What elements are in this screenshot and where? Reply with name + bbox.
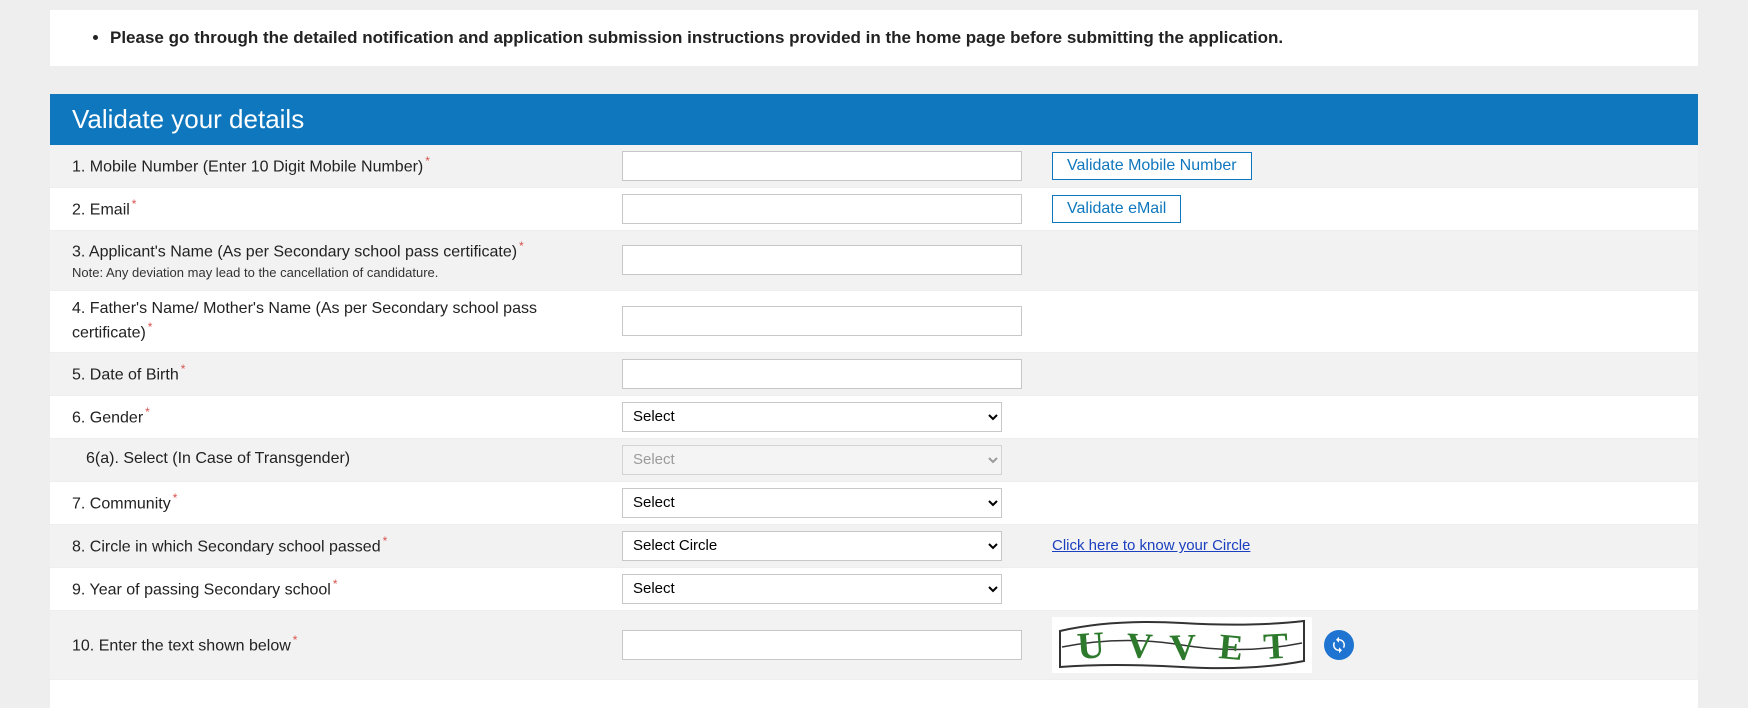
row-name: 3. Applicant's Name (As per Secondary sc…: [50, 231, 1698, 291]
svg-text:V: V: [1169, 627, 1197, 669]
svg-text:T: T: [1262, 625, 1289, 667]
svg-text:E: E: [1217, 626, 1244, 668]
captcha-image: U V V E T: [1052, 617, 1312, 673]
validate-email-button[interactable]: Validate eMail: [1052, 195, 1181, 223]
label-mobile: 1. Mobile Number (Enter 10 Digit Mobile …: [50, 145, 610, 187]
circle-select[interactable]: Select Circle: [622, 531, 1002, 561]
row-email: 2. Email* Validate eMail: [50, 188, 1698, 231]
label-community: 7. Community*: [50, 482, 610, 524]
name-input[interactable]: [622, 245, 1022, 275]
label-year: 9. Year of passing Secondary school*: [50, 568, 610, 610]
community-select[interactable]: Select: [622, 488, 1002, 518]
label-gender-sub: 6(a). Select (In Case of Transgender): [50, 439, 610, 481]
label-dob: 5. Date of Birth*: [50, 353, 610, 395]
spacer: [50, 680, 1698, 708]
row-dob: 5. Date of Birth*: [50, 353, 1698, 396]
row-gender: 6. Gender* Select: [50, 396, 1698, 439]
row-parent: 4. Father's Name/ Mother's Name (As per …: [50, 291, 1698, 353]
gender-select[interactable]: Select: [622, 402, 1002, 432]
know-your-circle-link[interactable]: Click here to know your Circle: [1052, 537, 1250, 554]
svg-text:V: V: [1126, 625, 1154, 666]
gender-sub-select: Select: [622, 445, 1002, 475]
section-header: Validate your details: [50, 94, 1698, 145]
mobile-input[interactable]: [622, 151, 1022, 181]
row-circle: 8. Circle in which Secondary school pass…: [50, 525, 1698, 568]
label-parent: 4. Father's Name/ Mother's Name (As per …: [50, 291, 610, 352]
row-community: 7. Community* Select: [50, 482, 1698, 525]
row-gender-sub: 6(a). Select (In Case of Transgender) Se…: [50, 439, 1698, 482]
label-gender: 6. Gender*: [50, 396, 610, 438]
dob-input[interactable]: [622, 359, 1022, 389]
captcha-input[interactable]: [622, 630, 1022, 660]
svg-text:U: U: [1076, 624, 1106, 668]
year-select[interactable]: Select: [622, 574, 1002, 604]
label-email: 2. Email*: [50, 188, 610, 230]
notice-item: Please go through the detailed notificat…: [110, 26, 1678, 50]
label-name: 3. Applicant's Name (As per Secondary sc…: [50, 231, 610, 290]
row-captcha: 10. Enter the text shown below* U V V E …: [50, 611, 1698, 680]
label-captcha: 10. Enter the text shown below*: [50, 611, 610, 679]
validate-mobile-button[interactable]: Validate Mobile Number: [1052, 152, 1252, 180]
label-circle: 8. Circle in which Secondary school pass…: [50, 525, 610, 567]
row-mobile: 1. Mobile Number (Enter 10 Digit Mobile …: [50, 145, 1698, 188]
refresh-icon: [1330, 636, 1348, 654]
refresh-captcha-button[interactable]: [1324, 630, 1354, 660]
row-year: 9. Year of passing Secondary school* Sel…: [50, 568, 1698, 611]
parent-input[interactable]: [622, 306, 1022, 336]
email-input[interactable]: [622, 194, 1022, 224]
notice-box: Please go through the detailed notificat…: [50, 10, 1698, 66]
